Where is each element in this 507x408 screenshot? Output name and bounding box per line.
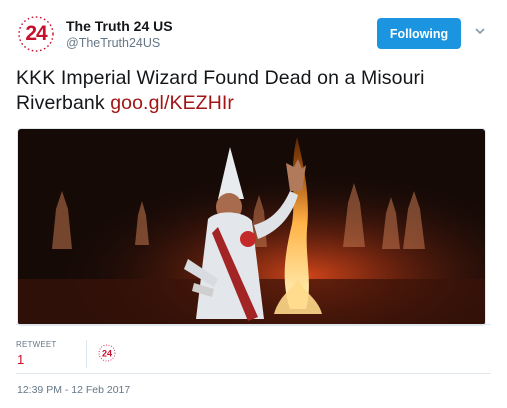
divider [16,324,491,325]
tweet-timestamp[interactable]: 12:39 PM - 12 Feb 2017 [17,384,130,396]
tweet-header: 24 The Truth 24 US @TheTruth24US Followi… [16,14,491,58]
display-name[interactable]: The Truth 24 US [66,17,173,35]
tweet-text: KKK Imperial Wizard Found Dead on a Miso… [16,66,494,116]
following-button[interactable]: Following [377,18,461,49]
avatar[interactable]: 24 [16,14,56,54]
retweeter-avatar-text: 24 [102,349,112,359]
stat-separator [86,340,87,368]
divider [16,373,491,374]
avatar-text: 24 [25,22,47,45]
account-names: The Truth 24 US @TheTruth24US [66,17,173,51]
chevron-down-icon[interactable] [473,24,487,38]
tweet-photo [18,129,485,325]
tweet-image[interactable] [17,128,486,326]
retweet-count[interactable]: 1 [17,352,24,367]
tweet-stats: RETWEET 1 24 [16,332,491,372]
account-handle[interactable]: @TheTruth24US [66,35,173,51]
retweet-label: RETWEET [16,340,57,349]
tweet-link[interactable]: goo.gl/KEZHIr [110,92,234,114]
retweeter-avatar[interactable]: 24 [98,344,116,362]
